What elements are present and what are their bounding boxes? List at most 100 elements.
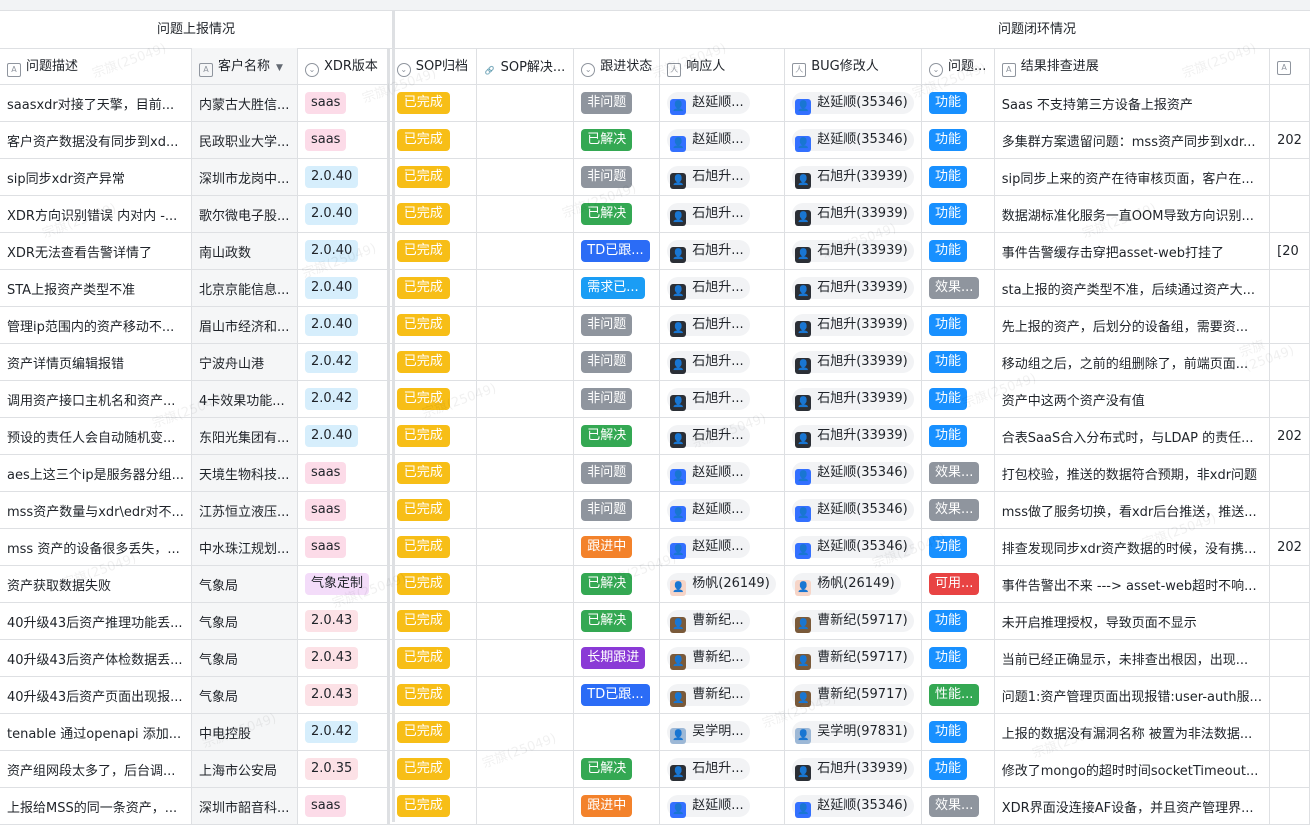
table-row[interactable]: 客户资产数据没有同步到xd... 民政职业大学... saas 已完成 已解决 👤 赵延顺.… <box>0 121 1310 159</box>
cell-responder[interactable]: 👤 石旭升... <box>659 417 786 455</box>
cell-sop[interactable]: 已完成 <box>388 306 477 344</box>
cell-extra[interactable] <box>1269 158 1310 196</box>
cell-sop-solution[interactable] <box>476 528 575 566</box>
cell-bugfixer[interactable]: 👤 吴学明(97831) <box>784 713 923 751</box>
cell-extra[interactable] <box>1269 380 1310 418</box>
cell-extra[interactable] <box>1269 750 1310 788</box>
person-chip[interactable]: 👤 赵延顺... <box>667 536 750 559</box>
cell-sop[interactable]: 已完成 <box>388 713 477 751</box>
cell-bugfixer[interactable]: 👤 石旭升(33939) <box>784 380 923 418</box>
cell-responder[interactable]: 👤 曹新纪... <box>659 676 786 714</box>
cell-problem-type[interactable]: 功能 <box>921 750 995 788</box>
cell-bugfixer[interactable]: 👤 曹新纪(59717) <box>784 676 923 714</box>
table-row[interactable]: 预设的责任人会自动随机变... 东阳光集团有... 2.0.40 已完成 已解决 👤 石旭升… <box>0 417 1310 455</box>
cell-extra[interactable] <box>1269 565 1310 603</box>
cell-extra[interactable] <box>1269 787 1310 825</box>
cell-xdr[interactable]: saas <box>297 454 390 492</box>
cell-bugfixer[interactable]: 👤 赵延顺(35346) <box>784 454 923 492</box>
cell-extra[interactable] <box>1269 713 1310 751</box>
cell-sop-solution[interactable] <box>476 269 575 307</box>
cell-status[interactable]: 已解决 <box>573 565 661 603</box>
person-chip[interactable]: 👤 石旭升... <box>667 388 750 411</box>
cell-customer[interactable]: 气象局 <box>191 639 298 677</box>
cell-problem-type[interactable]: 功能 <box>921 639 995 677</box>
cell-sop-solution[interactable] <box>476 491 575 529</box>
person-chip[interactable]: 👤 杨帆(26149) <box>667 573 776 596</box>
cell-desc[interactable]: 40升级43后资产页面出现报... <box>0 676 192 714</box>
cell-bugfixer[interactable]: 👤 曹新纪(59717) <box>784 639 923 677</box>
cell-xdr[interactable]: 2.0.40 <box>297 306 390 344</box>
cell-bugfixer[interactable]: 👤 曹新纪(59717) <box>784 602 923 640</box>
cell-xdr[interactable]: 2.0.40 <box>297 269 390 307</box>
cell-customer[interactable]: 南山政数 <box>191 232 298 270</box>
table-row[interactable]: 资产组网段太多了，后台调... 上海市公安局 2.0.35 已完成 已解决 👤 石旭升...… <box>0 750 1310 788</box>
cell-sop-solution[interactable] <box>476 454 575 492</box>
person-chip[interactable]: 👤 曹新纪(59717) <box>792 610 914 633</box>
cell-xdr[interactable]: 2.0.40 <box>297 232 390 270</box>
cell-extra[interactable] <box>1269 491 1310 529</box>
cell-desc[interactable]: mss 资产的设备很多丢失，... <box>0 528 192 566</box>
cell-customer[interactable]: 中电控股 <box>191 713 298 751</box>
cell-sop-solution[interactable] <box>476 602 575 640</box>
cell-sop[interactable]: 已完成 <box>388 232 477 270</box>
cell-desc[interactable]: 预设的责任人会自动随机变... <box>0 417 192 455</box>
cell-xdr[interactable]: saas <box>297 491 390 529</box>
cell-sop-solution[interactable] <box>476 306 575 344</box>
cell-desc[interactable]: XDR方向识别错误 内对内 -... <box>0 195 192 233</box>
table-row[interactable]: aes上这三个ip是服务器分组... 天境生物科技... saas 已完成 非问题 👤 赵延… <box>0 454 1310 492</box>
cell-sop[interactable]: 已完成 <box>388 787 477 825</box>
table-row[interactable]: 资产详情页编辑报错 宁波舟山港 2.0.42 已完成 非问题 👤 石旭升... 👤 石旭升(33… <box>0 343 1310 381</box>
sort-down-icon[interactable]: ▼ <box>276 63 283 73</box>
cell-sop-solution[interactable] <box>476 232 575 270</box>
cell-xdr[interactable]: 2.0.42 <box>297 713 390 751</box>
cell-status[interactable]: 非问题 <box>573 343 661 381</box>
person-chip[interactable]: 👤 石旭升(33939) <box>792 388 914 411</box>
cell-customer[interactable]: 4卡效果功能... <box>191 380 298 418</box>
cell-sop-solution[interactable] <box>476 121 575 159</box>
cell-extra[interactable]: [20 <box>1269 232 1310 270</box>
person-chip[interactable]: 👤 石旭升... <box>667 166 750 189</box>
cell-xdr[interactable]: 2.0.40 <box>297 195 390 233</box>
cell-status[interactable]: 长期跟进 <box>573 639 661 677</box>
cell-desc[interactable]: mss资产数量与xdr\edr对不... <box>0 491 192 529</box>
cell-responder[interactable]: 👤 石旭升... <box>659 750 786 788</box>
cell-status[interactable] <box>573 713 661 751</box>
person-chip[interactable]: 👤 石旭升... <box>667 425 750 448</box>
table-row[interactable]: 40升级43后资产体检数据丢... 气象局 2.0.43 已完成 长期跟进 👤 曹新纪...… <box>0 639 1310 677</box>
person-chip[interactable]: 👤 石旭升(33939) <box>792 166 914 189</box>
cell-desc[interactable]: STA上报资产类型不准 <box>0 269 192 307</box>
person-chip[interactable]: 👤 赵延顺(35346) <box>792 795 914 818</box>
cell-status[interactable]: 已解决 <box>573 195 661 233</box>
cell-bugfixer[interactable]: 👤 石旭升(33939) <box>784 269 923 307</box>
cell-sop[interactable]: 已完成 <box>388 343 477 381</box>
cell-customer[interactable]: 上海市公安局 <box>191 750 298 788</box>
cell-status[interactable]: 非问题 <box>573 158 661 196</box>
cell-sop[interactable]: 已完成 <box>388 454 477 492</box>
cell-xdr[interactable]: 2.0.43 <box>297 639 390 677</box>
person-chip[interactable]: 👤 石旭升(33939) <box>792 277 914 300</box>
person-chip[interactable]: 👤 石旭升(33939) <box>792 203 914 226</box>
cell-sop[interactable]: 已完成 <box>388 602 477 640</box>
cell-desc[interactable]: 客户资产数据没有同步到xd... <box>0 121 192 159</box>
cell-customer[interactable]: 民政职业大学... <box>191 121 298 159</box>
cell-bugfixer[interactable]: 👤 赵延顺(35346) <box>784 84 923 122</box>
cell-responder[interactable]: 👤 赵延顺... <box>659 84 786 122</box>
cell-sop[interactable]: 已完成 <box>388 528 477 566</box>
col-header-sop[interactable]: ⌄ SOP归档 <box>388 48 477 85</box>
cell-sop[interactable]: 已完成 <box>388 84 477 122</box>
cell-sop-solution[interactable] <box>476 84 575 122</box>
person-chip[interactable]: 👤 石旭升... <box>667 203 750 226</box>
cell-xdr[interactable]: saas <box>297 787 390 825</box>
cell-customer[interactable]: 深圳市韶音科... <box>191 787 298 825</box>
cell-problem-type[interactable]: 功能 <box>921 713 995 751</box>
cell-xdr[interactable]: 2.0.42 <box>297 380 390 418</box>
table-row[interactable]: mss资产数量与xdr\edr对不... 江苏恒立液压... saas 已完成 非问题 👤… <box>0 491 1310 529</box>
cell-desc[interactable]: 资产组网段太多了，后台调... <box>0 750 192 788</box>
cell-status[interactable]: 已解决 <box>573 602 661 640</box>
cell-result[interactable]: 数据湖标准化服务一直OOM导致方向识别... <box>994 195 1271 233</box>
cell-status[interactable]: 已解决 <box>573 121 661 159</box>
cell-problem-type[interactable]: 效果... <box>921 454 995 492</box>
person-chip[interactable]: 👤 石旭升... <box>667 240 750 263</box>
cell-problem-type[interactable]: 功能 <box>921 528 995 566</box>
table-row[interactable]: XDR无法查看告警详情了 南山政数 2.0.40 已完成 TD已跟... 👤 石旭升... 👤… <box>0 232 1310 270</box>
